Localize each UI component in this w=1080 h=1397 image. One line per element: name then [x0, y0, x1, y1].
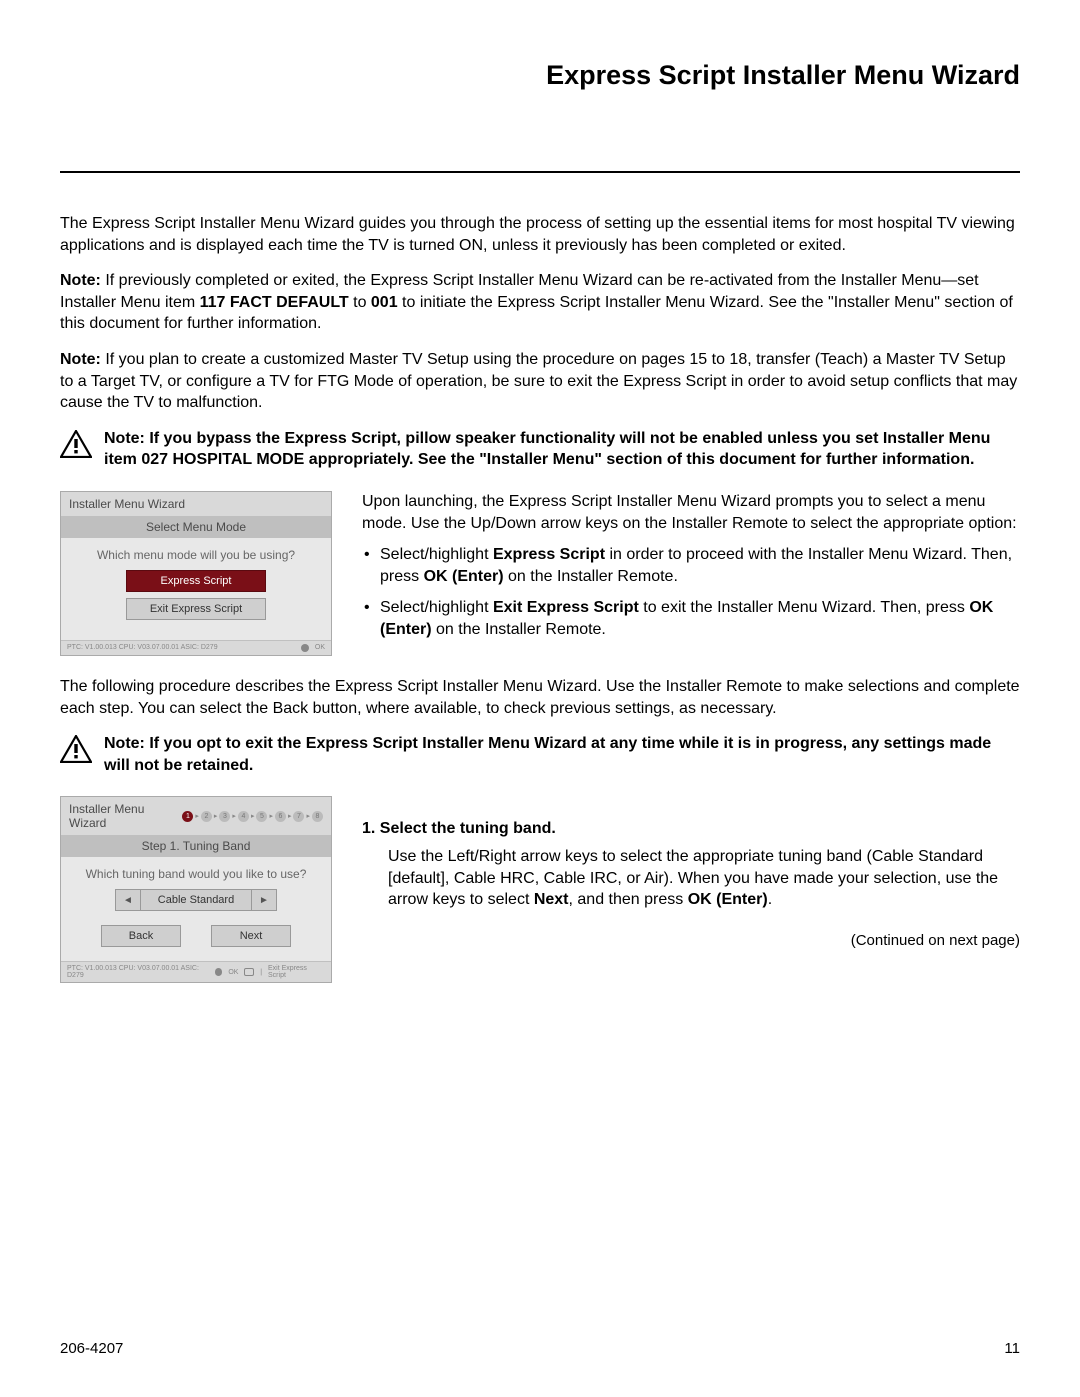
note-1: Note: If previously completed or exited,…	[60, 270, 1020, 335]
ok-icon	[301, 644, 309, 652]
step-indicator: 1▸ 2▸ 3▸ 4▸ 5▸ 6▸ 7▸ 8	[182, 811, 323, 822]
wiz1-footer-ok: OK	[315, 644, 325, 651]
b1a: Select/highlight	[380, 546, 493, 563]
wiz2-footer-version: PTC: V1.00.013 CPU: V03.07.00.01 ASIC: D…	[67, 965, 215, 979]
cc-icon	[244, 968, 254, 976]
tuning-right-arrow[interactable]: ►	[251, 889, 277, 911]
wiz1-subtitle: Select Menu Mode	[61, 516, 331, 538]
wiz1-question: Which menu mode will you be using?	[69, 548, 323, 562]
wiz1-footer-version: PTC: V1.00.013 CPU: V03.07.00.01 ASIC: D…	[67, 644, 218, 652]
note1-mid: to	[349, 294, 371, 311]
note1-bold1: 117 FACT DEFAULT	[200, 294, 349, 311]
wiz2-footer-ok: OK	[228, 969, 238, 976]
footer-doc-number: 206-4207	[60, 1340, 123, 1357]
footer-page-number: 11	[1004, 1340, 1020, 1357]
warning-2-text: Note: If you opt to exit the Express Scr…	[104, 733, 1020, 776]
s1b2: OK (Enter)	[688, 891, 768, 908]
wiz2-footer-exit: Exit Express Script	[268, 965, 325, 979]
bullet-express-script: Select/highlight Express Script in order…	[380, 544, 1020, 587]
b2bold: Exit Express Script	[493, 599, 639, 616]
b2b: to exit the Installer Menu Wizard. Then,…	[639, 599, 970, 616]
s1b1: Next	[534, 891, 569, 908]
note1-prefix: Note:	[60, 272, 101, 289]
wizard-tuning-band-screenshot: Installer Menu Wizard 1▸ 2▸ 3▸ 4▸ 5▸ 6▸ …	[60, 796, 332, 983]
note2-text: If you plan to create a customized Maste…	[60, 351, 1017, 411]
note-2: Note: If you plan to create a customized…	[60, 349, 1020, 414]
b1bold: Express Script	[493, 546, 605, 563]
wiz2-question: Which tuning band would you like to use?	[69, 867, 323, 881]
warning-1-text: Note: If you bypass the Express Script, …	[104, 428, 1020, 471]
wiz2-title: Installer Menu Wizard	[69, 802, 182, 830]
bullet-exit-express-script: Select/highlight Exit Express Script to …	[380, 597, 1020, 640]
page-title: Express Script Installer Menu Wizard	[60, 60, 1020, 91]
b1bold2: OK (Enter)	[424, 568, 504, 585]
right1-intro: Upon launching, the Express Script Insta…	[362, 491, 1020, 534]
s1b: , and then press	[569, 891, 688, 908]
step1-body: Use the Left/Right arrow keys to select …	[388, 846, 1020, 911]
back-button[interactable]: Back	[101, 925, 181, 947]
intro-paragraph: The Express Script Installer Menu Wizard…	[60, 213, 1020, 256]
express-script-button[interactable]: Express Script	[126, 570, 266, 592]
note1-bold2: 001	[371, 294, 398, 311]
wiz2-subtitle: Step 1. Tuning Band	[61, 835, 331, 857]
step1-heading: Select the tuning band.	[380, 820, 556, 837]
title-rule	[60, 171, 1020, 173]
tuning-left-arrow[interactable]: ◄	[115, 889, 141, 911]
ok-icon	[215, 968, 223, 976]
exit-express-script-button[interactable]: Exit Express Script	[126, 598, 266, 620]
warning-1: Note: If you bypass the Express Script, …	[60, 428, 1020, 471]
procedure-intro: The following procedure describes the Ex…	[60, 676, 1020, 719]
wiz1-title: Installer Menu Wizard	[69, 497, 185, 511]
s1c: .	[768, 891, 772, 908]
step-1: 1. Select the tuning band.	[362, 818, 1020, 840]
wizard-select-mode-screenshot: Installer Menu Wizard Select Menu Mode W…	[60, 491, 332, 656]
b2a: Select/highlight	[380, 599, 493, 616]
b2c: on the Installer Remote.	[432, 621, 606, 638]
note2-prefix: Note:	[60, 351, 101, 368]
next-button[interactable]: Next	[211, 925, 291, 947]
warning-icon	[60, 430, 92, 458]
page-footer: 206-4207 11	[60, 1340, 1020, 1357]
step1-number: 1.	[362, 820, 380, 837]
continued-text: (Continued on next page)	[362, 931, 1020, 951]
warning-2: Note: If you opt to exit the Express Scr…	[60, 733, 1020, 776]
warning-icon	[60, 735, 92, 763]
tuning-band-value: Cable Standard	[141, 889, 251, 911]
b1c: on the Installer Remote.	[504, 568, 678, 585]
